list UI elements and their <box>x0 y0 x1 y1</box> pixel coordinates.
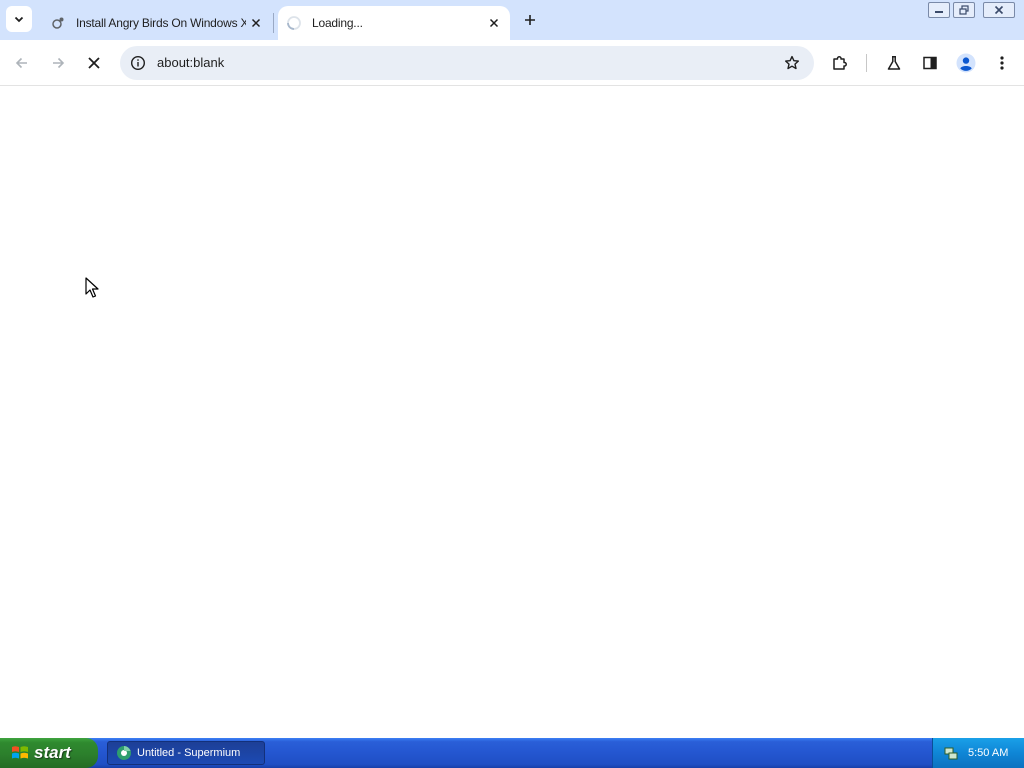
site-info-button[interactable] <box>128 53 148 73</box>
close-icon <box>251 18 261 28</box>
tab-title: Loading... <box>312 16 363 30</box>
side-panel-button[interactable] <box>918 51 942 75</box>
new-tab-button[interactable] <box>518 8 542 32</box>
close-icon <box>489 18 499 28</box>
loading-spinner-icon <box>286 15 302 31</box>
tab-active[interactable]: Loading... <box>278 6 510 40</box>
back-button[interactable] <box>10 51 34 75</box>
start-label: start <box>34 743 71 762</box>
tab-close-button[interactable] <box>246 13 266 33</box>
window-close-button[interactable] <box>983 2 1015 18</box>
plus-icon <box>525 15 535 25</box>
close-icon <box>994 5 1004 15</box>
star-icon <box>785 55 799 70</box>
address-bar[interactable]: about:blank <box>120 46 814 80</box>
arrow-right-icon <box>53 57 65 69</box>
minimize-icon <box>935 11 943 13</box>
clock: 5:50 AM <box>968 747 1009 759</box>
labs-button[interactable] <box>882 51 906 75</box>
tab-close-button[interactable] <box>484 13 504 33</box>
start-button[interactable]: start <box>0 738 98 768</box>
taskbar-item-label: Untitled - Supermium <box>137 747 241 759</box>
tab-separator <box>273 13 274 33</box>
taskbar-item-supermium[interactable]: Untitled - Supermium <box>107 741 265 765</box>
taskbar: start Untitled - Supermium 5:50 AM <box>0 738 1024 768</box>
restore-button[interactable] <box>953 2 975 18</box>
tab-title: Install Angry Birds On Windows XP <box>76 16 246 30</box>
side-panel-icon <box>923 56 937 70</box>
extensions-button[interactable] <box>828 51 852 75</box>
mouse-cursor-icon <box>85 277 99 298</box>
close-icon <box>88 57 100 69</box>
avatar-icon <box>956 53 976 73</box>
windows-logo-icon <box>12 746 28 759</box>
flask-icon <box>887 56 901 70</box>
tab-search-button[interactable] <box>6 6 32 32</box>
browser-toolbar: about:blank <box>0 40 1024 86</box>
minimize-button[interactable] <box>928 2 950 18</box>
profile-button[interactable] <box>954 51 978 75</box>
address-url-text: about:blank <box>157 55 225 70</box>
bookmark-button[interactable] <box>782 53 802 73</box>
chevron-down-icon <box>14 16 24 23</box>
tab-strip: Install Angry Birds On Windows XP Loadin… <box>0 0 1024 40</box>
puzzle-icon <box>833 56 847 70</box>
arrow-left-icon <box>15 57 27 69</box>
more-vertical-icon <box>1000 56 1004 70</box>
forward-button[interactable] <box>46 51 70 75</box>
system-tray: 5:50 AM <box>932 738 1024 768</box>
tab-inactive[interactable]: Install Angry Birds On Windows XP <box>40 6 272 40</box>
toolbar-separator <box>866 54 867 72</box>
stop-loading-button[interactable] <box>82 51 106 75</box>
supermium-icon <box>117 746 131 760</box>
page-content[interactable] <box>0 87 1024 737</box>
restore-icon <box>959 5 969 15</box>
info-icon <box>130 55 146 71</box>
network-icon[interactable] <box>943 745 959 761</box>
menu-button[interactable] <box>990 51 1014 75</box>
tab-favicon-icon <box>50 15 66 31</box>
